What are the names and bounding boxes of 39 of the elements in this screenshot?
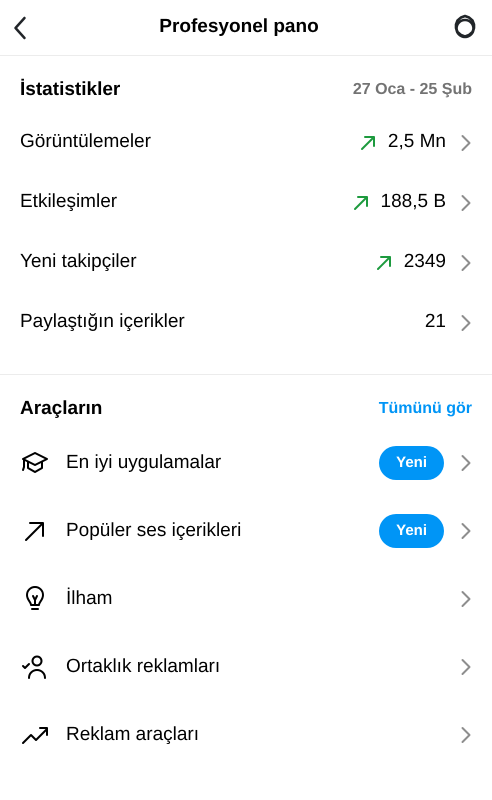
stat-value: 188,5 B (380, 190, 446, 214)
stat-label: Görüntülemeler (20, 130, 152, 154)
chevron-right-icon[interactable] (460, 254, 472, 272)
chevron-right-icon[interactable] (460, 314, 472, 332)
tool-label: Reklam araçları (66, 722, 200, 747)
new-badge: Yeni (379, 514, 444, 548)
chevron-right-icon[interactable] (460, 194, 472, 212)
chevron-right-icon[interactable] (460, 454, 472, 472)
tool-row[interactable]: Popüler ses içerikleri Yeni (0, 497, 492, 565)
tool-row[interactable]: En iyi uygulamalar Yeni (0, 429, 492, 497)
stat-row[interactable]: Etkileşimler 188,5 B (0, 172, 492, 232)
stat-value: 2349 (404, 250, 446, 274)
tool-label: Popüler ses içerikleri (66, 518, 242, 543)
stat-value: 2,5 Mn (388, 130, 446, 154)
stat-label: Etkileşimler (20, 190, 118, 214)
tool-label: Ortaklık reklamları (66, 654, 222, 679)
back-icon (12, 16, 28, 40)
chevron-right-icon[interactable] (460, 134, 472, 152)
chevron-right-icon[interactable] (460, 726, 472, 744)
stat-row[interactable]: Yeni takipçiler 2349 (0, 232, 492, 292)
section-title: Araçların (20, 396, 102, 420)
stat-row[interactable]: Görüntülemeler 2,5 Mn (0, 112, 492, 172)
tool-row[interactable]: Reklam araçları (0, 701, 492, 769)
date-range: 27 Oca - 25 Şub (352, 80, 472, 100)
back-button[interactable] (12, 16, 28, 40)
page-title: Profesyonel pano (159, 15, 319, 40)
tool-row[interactable]: Ortaklık reklamları (0, 633, 492, 701)
stat-label: Yeni takipçiler (20, 250, 138, 274)
stat-row[interactable]: Paylaştığın içerikler 21 (0, 292, 492, 352)
tool-label: İlham (66, 586, 114, 611)
section-title: İstatistikler (20, 78, 120, 102)
chevron-right-icon[interactable] (460, 658, 472, 676)
tool-row[interactable]: İlham (0, 565, 492, 633)
chevron-right-icon[interactable] (460, 522, 472, 540)
tool-label: En iyi uygulamalar (66, 450, 222, 475)
chevron-right-icon[interactable] (460, 590, 472, 608)
stat-value: 21 (424, 310, 446, 334)
new-badge: Yeni (379, 446, 444, 480)
stat-label: Paylaştığın içerikler (20, 310, 186, 334)
